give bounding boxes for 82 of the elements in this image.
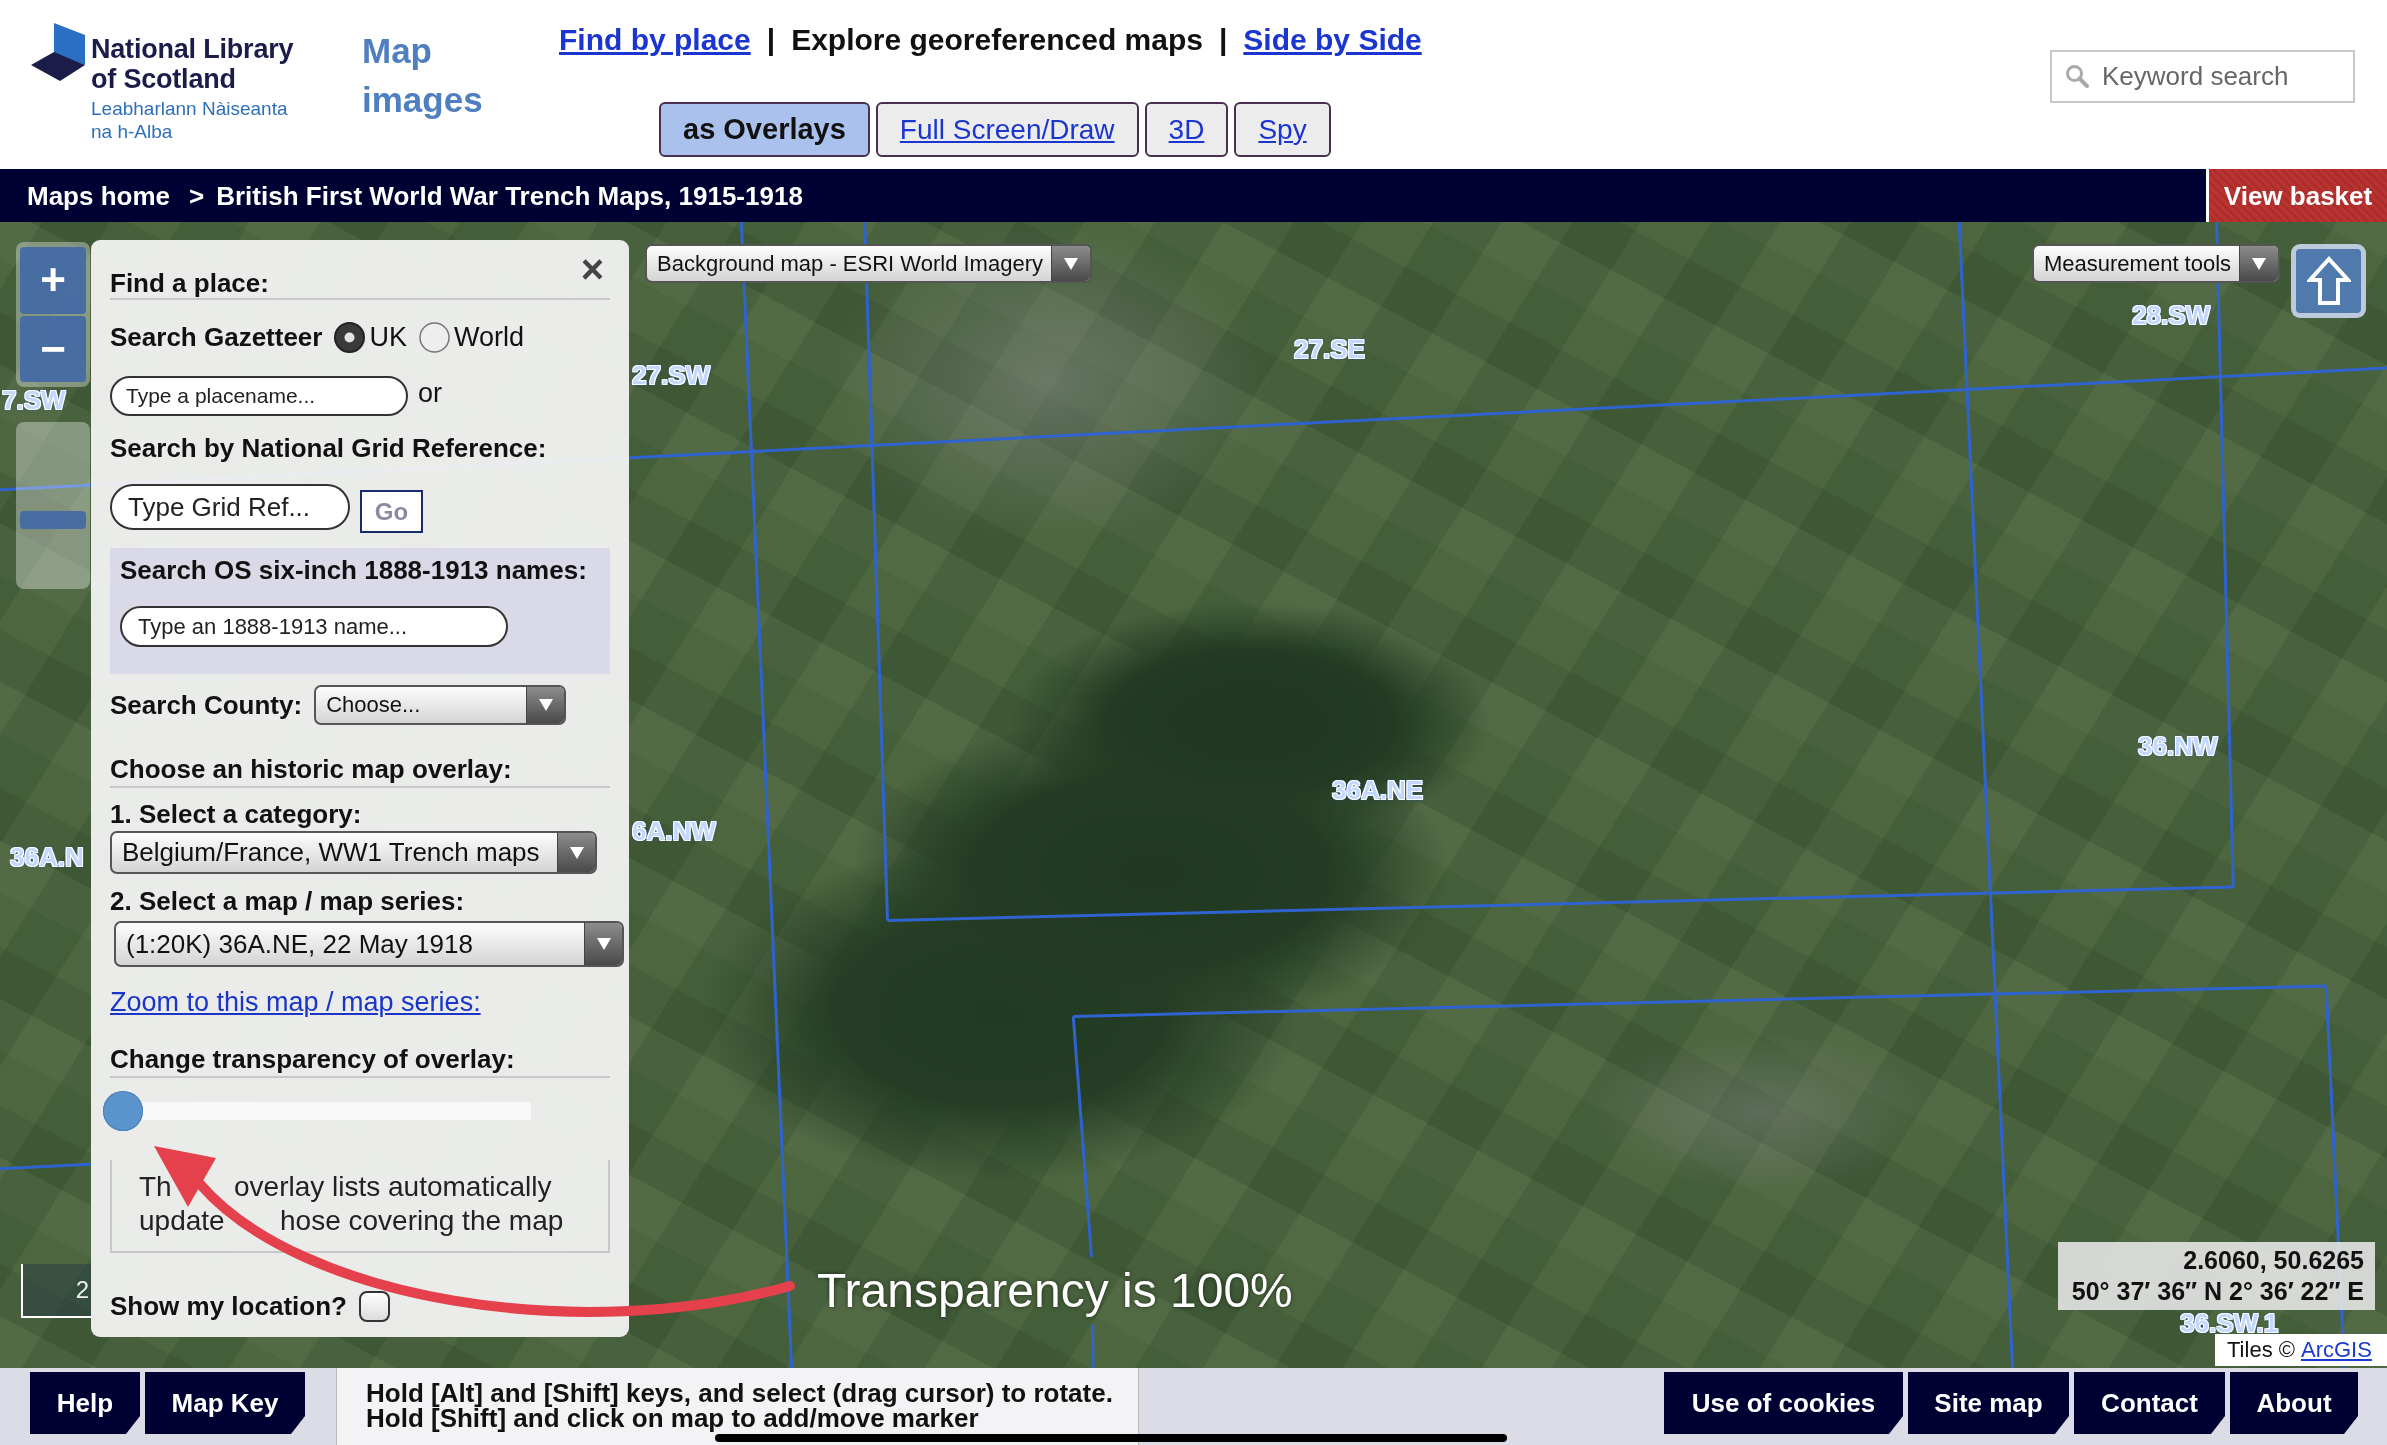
field-label: Search by National Grid Reference:: [110, 433, 547, 463]
map-sheet-label: 7.SW: [2, 387, 66, 413]
breadcrumb-current: British First World War Trench Maps, 1915-1918: [216, 182, 803, 209]
coordinates-text: 50° 37′ 36″ N 2° 36′ 22″ E: [2071, 1276, 2364, 1307]
nav-separator: |: [1218, 22, 1228, 58]
footer-button[interactable]: Map Key: [145, 1372, 305, 1434]
radio-button[interactable]: [418, 321, 450, 353]
nav-separator: |: [766, 22, 776, 58]
attribution-link[interactable]: ArcGIS: [2300, 1339, 2372, 1361]
category-select[interactable]: Belgium/France, WW1 Trench maps: [110, 831, 597, 874]
current-page-title: Explore georeferenced maps: [791, 22, 1203, 58]
search-icon: [2065, 64, 2089, 88]
note-text: update: [139, 1207, 225, 1235]
footer-button[interactable]: Site map: [1908, 1372, 2069, 1434]
view-tab[interactable]: Spy: [1234, 102, 1331, 157]
measurement-tools-select[interactable]: Measurement tools: [2032, 244, 2280, 283]
zoom-to-map-link[interactable]: Zoom to this map / map series:: [110, 988, 481, 1016]
field-label: Search County:: [110, 690, 303, 720]
or-label: or: [418, 378, 442, 408]
map-sheet-label: 27.SW: [632, 362, 711, 388]
field-label: 2. Select a map / map series:: [110, 886, 465, 916]
zoom-out-button[interactable]: −: [20, 315, 86, 382]
logo-subtitle: Leabharlann Nàiseanta na h-Alba: [91, 97, 289, 143]
up-arrow-icon: [2306, 256, 2351, 306]
grid-reference-field[interactable]: Type Grid Ref...: [110, 484, 350, 530]
caret-icon: [1051, 246, 1090, 281]
view-tab[interactable]: Full Screen/Draw: [875, 102, 1139, 157]
annotation-text: Transparency is 100%: [817, 1263, 1293, 1319]
radio-label[interactable]: UK: [369, 322, 407, 352]
map-sheet-label: 28.SW: [2132, 302, 2211, 328]
footer-button[interactable]: Use of cookies: [1664, 1372, 1903, 1434]
radio-button[interactable]: [334, 321, 366, 353]
map-sheet-label: 36.NW: [2138, 733, 2218, 759]
map-sheet-label: 27.SE: [1294, 336, 1365, 362]
field-label: 1. Select a category:: [110, 799, 362, 829]
attribution-text: Tiles ©: [2227, 1339, 2295, 1361]
view-tab[interactable]: as Overlays: [659, 102, 870, 157]
section-heading: Change transparency of overlay:: [110, 1044, 515, 1074]
nav-link[interactable]: Find by place: [559, 20, 751, 60]
county-select[interactable]: Choose...: [314, 685, 567, 725]
zoom-slider[interactable]: [16, 422, 90, 589]
caret-icon: [526, 687, 565, 723]
map-sheet-label: 36A.N: [10, 844, 84, 870]
placename-field[interactable]: Type a placename...: [110, 376, 408, 416]
caret-icon: [2239, 246, 2278, 281]
location-checkbox[interactable]: [358, 1290, 390, 1322]
note-text: overlay lists automatically: [234, 1173, 552, 1201]
os-name-field[interactable]: Type an 1888-1913 name...: [120, 606, 508, 647]
nav-link[interactable]: Side by Side: [1243, 20, 1422, 60]
footer-button[interactable]: About: [2230, 1372, 2358, 1434]
up-arrow-button[interactable]: [2291, 244, 2366, 318]
hint-text: Hold [Shift] and click on map to add/move marker: [366, 1406, 979, 1431]
breadcrumb-link[interactable]: Maps home: [27, 182, 171, 209]
caret-icon: [584, 923, 622, 965]
close-button[interactable]: ×: [580, 254, 604, 284]
field-label: Search Gazetteer: [110, 322, 323, 352]
section-heading: Choose an historic map overlay:: [110, 754, 512, 784]
panel-title: Find a place:: [110, 268, 269, 298]
view-tab[interactable]: 3D: [1144, 102, 1229, 157]
logo-title: National Library of Scotland: [91, 34, 295, 94]
note-text: Th: [139, 1173, 172, 1201]
zoom-in-button[interactable]: +: [20, 247, 86, 314]
hint-text: Hold [Alt] and [Shift] keys, and select (drag cursor) to rotate.: [366, 1381, 1114, 1406]
slider-thumb[interactable]: [103, 1091, 143, 1131]
map-sheet-label: 6A.NW: [632, 818, 716, 844]
radio-label[interactable]: World: [453, 322, 524, 352]
caret-icon: [557, 833, 595, 872]
section-title: Map images: [362, 30, 484, 121]
scale-label: 2: [75, 1277, 89, 1303]
background-map-select[interactable]: Background map - ESRI World Imagery: [645, 244, 1092, 283]
field-label: Show my location?: [110, 1291, 347, 1321]
note-text: hose covering the map: [280, 1207, 564, 1235]
map-sheet-label: 36.SW.1: [2180, 1310, 2279, 1336]
breadcrumb-separator: >: [189, 182, 205, 209]
map-series-select[interactable]: (1:20K) 36A.NE, 22 May 1918: [114, 921, 624, 967]
field-label: Search OS six-inch 1888-1913 names:: [120, 555, 588, 585]
view-basket-button[interactable]: View basket: [2206, 169, 2387, 222]
footer-button[interactable]: Contact: [2074, 1372, 2225, 1434]
footer-button[interactable]: Help: [30, 1372, 140, 1434]
map-sheet-label: 36A.NE: [1332, 777, 1424, 803]
keyword-search-field[interactable]: Keyword search: [2050, 50, 2355, 103]
coordinates-text: 2.6060, 50.6265: [2183, 1245, 2364, 1276]
